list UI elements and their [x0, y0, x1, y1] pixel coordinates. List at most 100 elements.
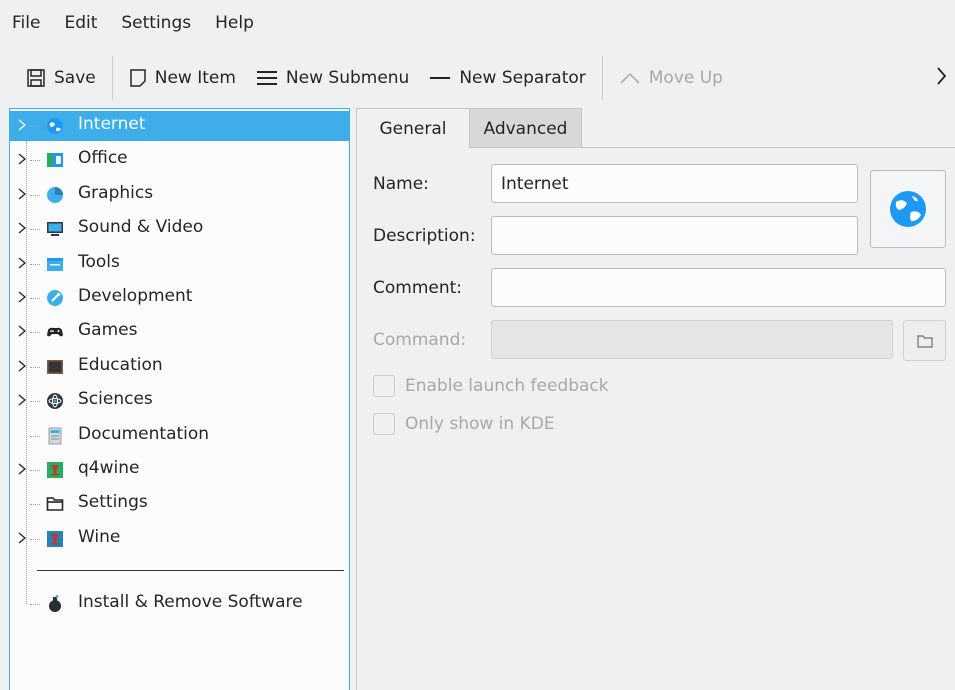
tree-branch-line — [30, 229, 40, 231]
command-field[interactable] — [491, 320, 893, 359]
tree-item-install-remove-software[interactable]: Install & Remove Software — [10, 589, 349, 619]
chevron-right-icon[interactable] — [17, 220, 27, 236]
chevron-right-icon[interactable] — [17, 323, 27, 339]
separator-line-icon — [430, 77, 451, 79]
tree-item-documentation[interactable]: Documentation — [10, 421, 349, 451]
tree-item-label: Internet — [78, 114, 146, 134]
tree-item-label: Education — [78, 354, 163, 375]
enable-launch-feedback-label: Enable launch feedback — [405, 376, 609, 396]
folder-icon — [46, 497, 64, 512]
tree-item-label: q4wine — [78, 458, 140, 478]
chevron-right-icon[interactable] — [17, 186, 27, 202]
tree-item-wine[interactable]: Wine — [10, 524, 349, 554]
tree-branch-line — [30, 604, 40, 605]
name-field[interactable] — [491, 164, 858, 203]
tree-item-label: Sound & Video — [78, 217, 204, 238]
globe-icon — [47, 118, 63, 134]
tab-general[interactable]: General — [356, 108, 470, 148]
move-up-button[interactable]: Move Up — [609, 58, 733, 98]
tree-item-internet[interactable]: Internet — [10, 111, 349, 141]
tree-item-sciences[interactable]: Sciences — [10, 386, 349, 416]
name-label: Name: — [373, 174, 429, 194]
menu-help[interactable]: Help — [215, 13, 254, 33]
atom-icon — [47, 393, 63, 410]
flask-icon — [49, 595, 61, 612]
new-submenu-label: New Submenu — [285, 68, 410, 88]
menubar: File Edit Settings Help — [0, 0, 955, 46]
chevron-right-icon[interactable] — [17, 117, 27, 133]
tree-item-graphics[interactable]: Graphics — [10, 180, 349, 210]
toolbar-separator — [111, 56, 113, 100]
tree-branch-line — [30, 504, 40, 506]
browse-command-button[interactable] — [903, 320, 946, 361]
new-submenu-button[interactable]: New Submenu — [246, 58, 419, 98]
tree-item-office[interactable]: Office — [10, 145, 349, 175]
tree-item-label: Development — [78, 286, 193, 306]
chevron-right-icon[interactable] — [17, 392, 27, 408]
chevron-right-icon[interactable] — [17, 255, 27, 271]
menu-settings[interactable]: Settings — [121, 13, 191, 33]
description-label: Description: — [373, 226, 476, 246]
tools-icon — [47, 257, 63, 271]
tree-item-label: Settings — [78, 492, 148, 513]
tab-bar: General Advanced — [356, 108, 955, 148]
chevron-right-icon[interactable] — [17, 461, 27, 477]
folder-icon — [916, 334, 933, 348]
hamburger-menu-icon — [256, 71, 277, 85]
chevron-right-icon[interactable] — [17, 530, 27, 546]
new-separator-button[interactable]: New Separator — [419, 58, 595, 98]
menu-edit[interactable]: Edit — [64, 13, 97, 33]
menu-file[interactable]: File — [12, 13, 40, 33]
save-icon — [27, 69, 45, 87]
tree-separator — [37, 570, 344, 571]
tree-item-education[interactable]: Education — [10, 352, 349, 382]
new-item-label: New Item — [154, 68, 236, 88]
tree-item-q4wine[interactable]: q4wine — [10, 455, 349, 485]
globe-icon — [890, 191, 926, 227]
tree-branch-line — [30, 298, 40, 299]
chevron-up-icon — [620, 72, 640, 84]
tree-branch-line — [30, 435, 40, 437]
chevron-right-icon[interactable] — [17, 151, 27, 167]
enable-launch-feedback-checkbox[interactable]: Enable launch feedback — [373, 373, 609, 399]
tree-item-sound-video[interactable]: Sound & Video — [10, 214, 349, 244]
save-button[interactable]: Save — [18, 58, 106, 98]
document-icon — [48, 427, 62, 444]
toolbar: Save New Item New Submenu New Separator … — [0, 50, 955, 106]
tree-branch-line — [30, 470, 40, 471]
tree-item-tools[interactable]: Tools — [10, 249, 349, 279]
icon-button[interactable] — [870, 170, 946, 248]
checkbox-box — [373, 375, 395, 397]
tree-item-label: Graphics — [78, 182, 154, 203]
tree-item-label: Install & Remove Software — [78, 592, 303, 612]
toolbar-separator — [601, 56, 603, 100]
new-item-icon — [129, 69, 146, 87]
tree-item-settings[interactable]: Settings — [10, 489, 349, 519]
description-field[interactable] — [491, 216, 858, 255]
comment-field[interactable] — [491, 268, 946, 307]
new-item-button[interactable]: New Item — [119, 58, 246, 98]
menu-tree[interactable]: Internet Office Graphics Sound & Video Tools… — [9, 108, 350, 690]
toolbar-overflow-button[interactable] — [935, 66, 947, 91]
chevron-right-icon[interactable] — [17, 289, 27, 305]
move-up-label: Move Up — [648, 68, 723, 88]
checkbox-box — [373, 413, 395, 435]
office-icon — [47, 153, 63, 168]
tree-item-label: Sciences — [78, 389, 153, 410]
tree-item-development[interactable]: Development — [10, 283, 349, 313]
graphics-icon — [47, 186, 63, 203]
development-icon — [47, 290, 63, 306]
tree-item-games[interactable]: Games — [10, 317, 349, 347]
chevron-right-icon — [937, 67, 947, 85]
wine-glass-icon — [47, 462, 63, 478]
tree-item-label: Office — [78, 148, 128, 169]
monitor-icon — [47, 222, 63, 237]
tree-item-label: Games — [78, 320, 138, 341]
only-show-in-kde-checkbox[interactable]: Only show in KDE — [373, 411, 555, 437]
tree-item-label: Wine — [78, 526, 121, 547]
chevron-right-icon[interactable] — [17, 358, 27, 374]
save-label: Save — [54, 68, 96, 88]
gamepad-icon — [47, 328, 63, 337]
tab-advanced[interactable]: Advanced — [470, 108, 582, 148]
tree-branch-line — [30, 538, 40, 540]
